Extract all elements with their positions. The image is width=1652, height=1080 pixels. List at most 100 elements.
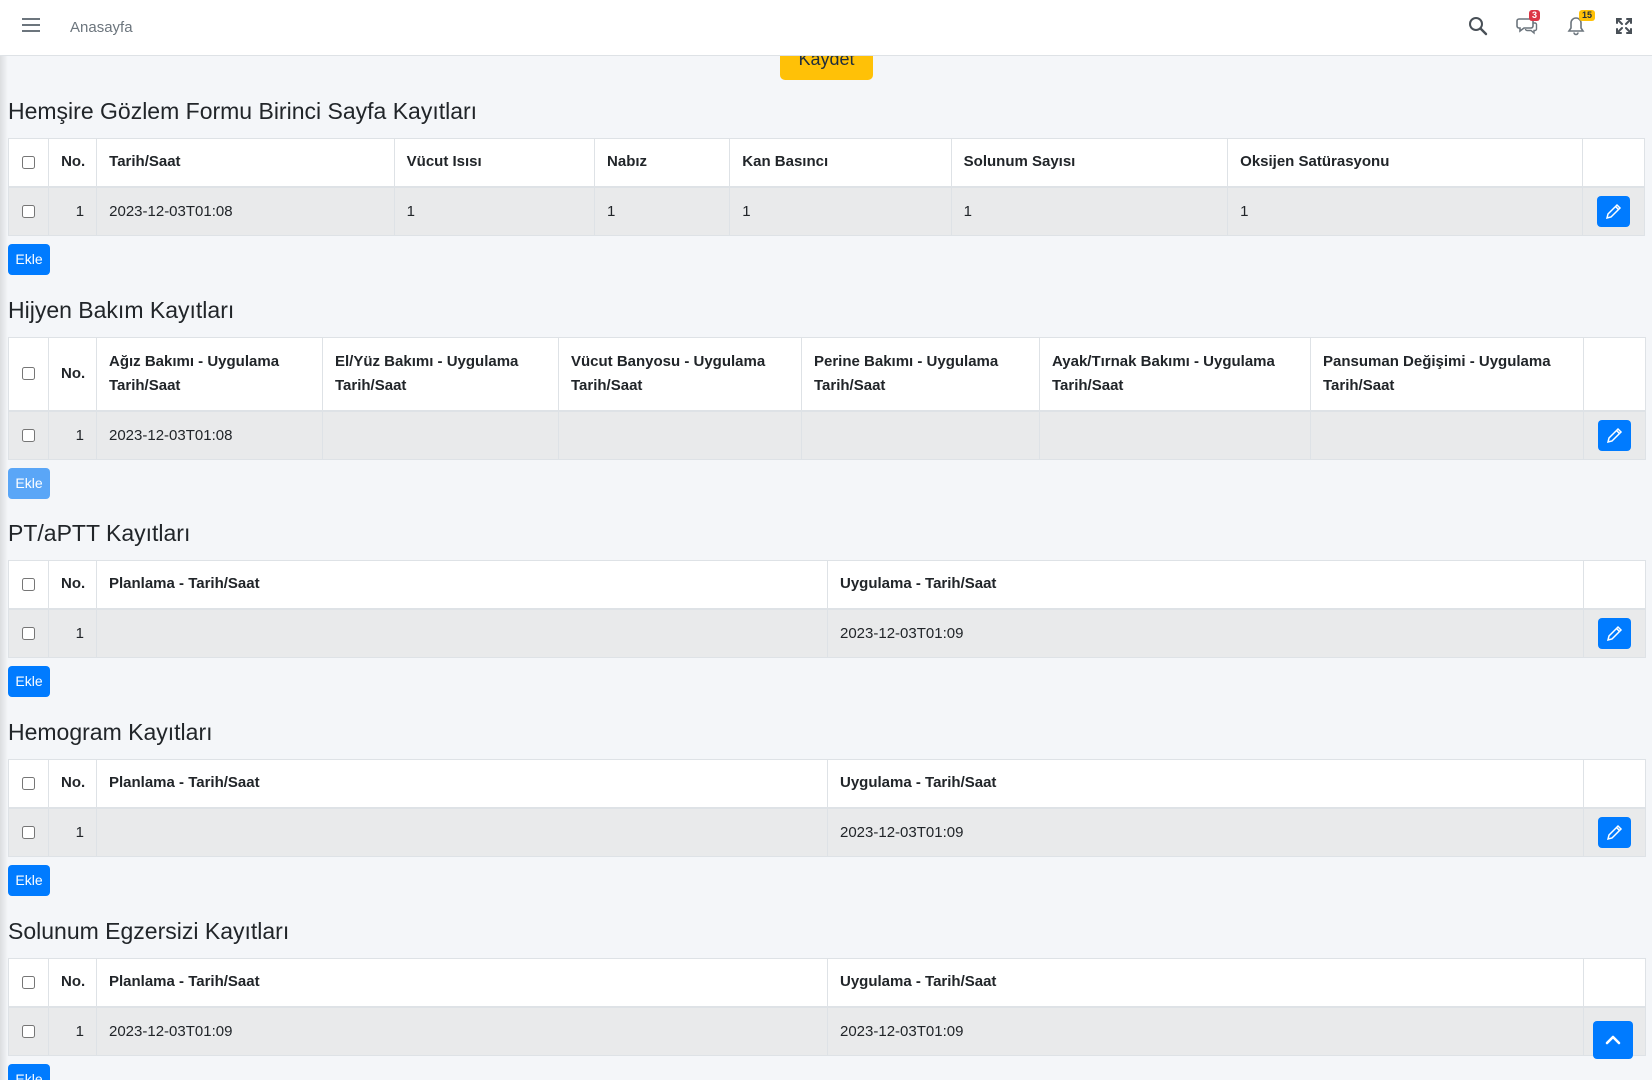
row-actions-cell	[1583, 807, 1646, 857]
row-checkbox[interactable]	[22, 205, 36, 219]
column-header: Ayak/Tırnak Bakımı - Uygulama Tarih/Saat	[1039, 337, 1311, 411]
table-cell: 2023-12-03T01:08	[96, 410, 323, 460]
table-row: 1 2023-12-03T01:08 1 1 1 1 1	[7, 186, 1646, 236]
column-header: Planlama - Tarih/Saat	[96, 759, 828, 808]
section-title: Hemogram Kayıtları	[8, 719, 213, 745]
column-header: Planlama - Tarih/Saat	[96, 560, 828, 609]
add-button[interactable]: Ekle	[8, 1064, 50, 1080]
messages-badge: 3	[1529, 10, 1541, 21]
row-checkbox-cell	[7, 186, 50, 236]
table-cell	[1310, 410, 1584, 460]
table-cell	[96, 807, 828, 857]
select-all-checkbox[interactable]	[22, 367, 35, 381]
row-checkbox[interactable]	[22, 826, 35, 840]
section-title: Hijyen Bakım Kayıtları	[8, 297, 235, 323]
table-cell: 1	[729, 186, 952, 236]
menu-toggle-icon[interactable]	[22, 18, 40, 36]
pencil-icon	[1606, 625, 1623, 641]
edit-button[interactable]	[1598, 816, 1631, 848]
column-header-no: No.	[48, 560, 97, 609]
row-checkbox[interactable]	[22, 1025, 35, 1039]
section-breathing-exercise: Solunum Egzersizi Kayıtları No. Planlama…	[8, 918, 1646, 1080]
column-header-actions	[1583, 560, 1646, 609]
pencil-icon	[1606, 427, 1623, 443]
column-header: Uygulama - Tarih/Saat	[827, 958, 1584, 1007]
table-cell: 2023-12-03T01:08	[96, 186, 395, 236]
row-checkbox[interactable]	[22, 429, 35, 443]
records-table: No. Ağız Bakımı - Uygulama Tarih/Saat El…	[8, 337, 1646, 460]
row-actions-cell	[1581, 186, 1646, 236]
column-header-actions	[1583, 759, 1646, 808]
notifications-bell-icon[interactable]: 15	[1566, 10, 1596, 40]
nav-link-home[interactable]: Anasayfa	[70, 19, 133, 36]
table-cell	[801, 410, 1040, 460]
select-all-checkbox[interactable]	[22, 776, 35, 790]
add-button[interactable]: Ekle	[8, 666, 50, 697]
pencil-icon	[1606, 824, 1623, 840]
column-header: Solunum Sayısı	[950, 138, 1229, 187]
table-row: 1 2023-12-03T01:09	[8, 807, 1646, 857]
column-header: Ağız Bakımı - Uygulama Tarih/Saat	[96, 337, 323, 411]
edit-button[interactable]	[1596, 195, 1630, 227]
column-header: Vücut Banyosu - Uygulama Tarih/Saat	[558, 337, 802, 411]
column-header-no: No.	[48, 337, 97, 411]
section-title: PT/aPTT Kayıtları	[8, 520, 191, 546]
table-cell: 2023-12-03T01:09	[827, 1006, 1584, 1056]
table-cell	[96, 608, 828, 658]
column-header-actions	[1583, 337, 1646, 411]
column-header: Perine Bakımı - Uygulama Tarih/Saat	[801, 337, 1040, 411]
table-row: 1 2023-12-03T01:09	[8, 608, 1646, 658]
column-header: Vücut Isısı	[393, 138, 596, 187]
table-cell-no: 1	[48, 1006, 97, 1056]
add-button[interactable]: Ekle	[8, 865, 50, 896]
scroll-to-top-button[interactable]	[1593, 1021, 1633, 1059]
row-checkbox-cell	[8, 1006, 49, 1056]
table-cell	[1039, 410, 1311, 460]
fullscreen-icon[interactable]	[1614, 16, 1638, 40]
select-all-checkbox[interactable]	[22, 155, 36, 169]
table-row: 1 2023-12-03T01:09 2023-12-03T01:09	[8, 1006, 1646, 1056]
records-table: No. Planlama - Tarih/Saat Uygulama - Tar…	[8, 560, 1646, 658]
row-checkbox-cell	[8, 608, 49, 658]
table-cell: 1	[393, 186, 596, 236]
records-table: No. Planlama - Tarih/Saat Uygulama - Tar…	[8, 759, 1646, 857]
table-cell: 1	[1227, 186, 1583, 236]
column-header-no: No.	[48, 138, 98, 187]
column-header: Pansuman Değişimi - Uygulama Tarih/Saat	[1310, 337, 1584, 411]
messages-icon[interactable]: 3	[1516, 10, 1541, 40]
column-header: Kan Basıncı	[729, 138, 952, 187]
table-cell	[322, 410, 559, 460]
section-hygiene-care: Hijyen Bakım Kayıtları No. Ağız Bakımı -…	[8, 297, 1646, 499]
select-all-checkbox[interactable]	[22, 577, 35, 591]
column-header-no: No.	[48, 958, 97, 1007]
column-header: Tarih/Saat	[96, 138, 395, 187]
section-title: Solunum Egzersizi Kayıtları	[8, 918, 290, 944]
search-icon[interactable]	[1468, 16, 1492, 40]
section-title: Hemşire Gözlem Formu Birinci Sayfa Kayıt…	[8, 98, 478, 124]
row-checkbox-cell	[8, 410, 49, 460]
table-cell-no: 1	[48, 807, 97, 857]
row-checkbox-cell	[8, 807, 49, 857]
column-header: Uygulama - Tarih/Saat	[827, 759, 1584, 808]
section-hemogram: Hemogram Kayıtları No. Planlama - Tarih/…	[8, 719, 1646, 896]
add-button[interactable]: Ekle	[8, 468, 50, 499]
column-header: Uygulama - Tarih/Saat	[827, 560, 1584, 609]
table-cell: 2023-12-03T01:09	[827, 807, 1584, 857]
table-cell-no: 1	[48, 186, 98, 236]
table-cell: 2023-12-03T01:09	[827, 608, 1584, 658]
row-actions-cell	[1583, 410, 1646, 460]
row-checkbox[interactable]	[22, 627, 35, 641]
table-cell: 2023-12-03T01:09	[96, 1006, 828, 1056]
records-table: No. Planlama - Tarih/Saat Uygulama - Tar…	[8, 958, 1646, 1056]
edit-button[interactable]	[1598, 419, 1631, 451]
table-cell: 1	[594, 186, 731, 236]
edit-button[interactable]	[1598, 617, 1631, 649]
column-header: El/Yüz Bakımı - Uygulama Tarih/Saat	[322, 337, 559, 411]
add-button[interactable]: Ekle	[8, 244, 50, 275]
select-all-checkbox-cell	[7, 138, 50, 187]
select-all-checkbox-cell	[8, 337, 49, 411]
select-all-checkbox[interactable]	[22, 975, 35, 989]
table-row: 1 2023-12-03T01:08	[8, 410, 1646, 460]
notifications-badge: 15	[1579, 10, 1596, 21]
table-cell	[558, 410, 802, 460]
